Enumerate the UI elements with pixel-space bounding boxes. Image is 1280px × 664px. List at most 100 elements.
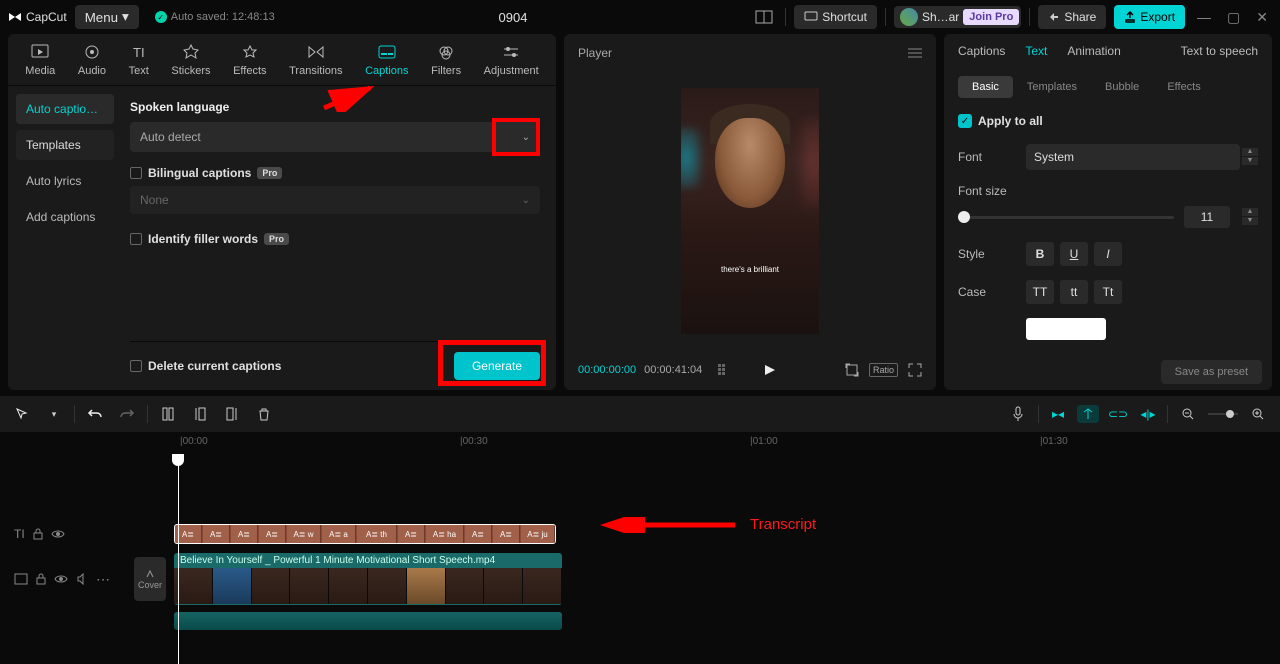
fontsize-slider[interactable] (958, 216, 1174, 219)
tab-stickers[interactable]: Stickers (171, 42, 210, 77)
trim-left-button[interactable] (188, 402, 212, 426)
export-button[interactable]: Export (1114, 5, 1185, 29)
join-pro-badge[interactable]: Join Pro (963, 9, 1019, 25)
player-viewport[interactable]: there's a brilliant (564, 72, 936, 350)
tab-text[interactable]: TIText (129, 42, 149, 77)
italic-button[interactable]: I (1094, 242, 1122, 266)
magnet-icon[interactable]: ▸◂ (1047, 405, 1069, 423)
sidebar-auto-captions[interactable]: Auto captio… (16, 94, 114, 124)
tab-filters[interactable]: Filters (431, 42, 461, 77)
trim-right-button[interactable] (220, 402, 244, 426)
play-button[interactable] (762, 363, 776, 377)
share-button[interactable]: Share (1038, 5, 1106, 29)
underline-button[interactable]: U (1060, 242, 1088, 266)
audio-clip[interactable] (174, 612, 562, 630)
caption-clip[interactable]: A≣ ju (521, 525, 555, 543)
video-clip[interactable]: Believe In Yourself _ Powerful 1 Minute … (174, 553, 562, 605)
caption-clip[interactable]: A≣ (175, 525, 202, 543)
list-icon[interactable] (718, 364, 734, 376)
case-upper-button[interactable]: TT (1026, 280, 1054, 304)
mic-icon[interactable] (1006, 402, 1030, 426)
bilingual-language-select: None ⌄ (130, 186, 540, 214)
caption-clip[interactable]: A≣ th (357, 525, 397, 543)
playhead[interactable] (178, 454, 179, 664)
eye-icon[interactable] (54, 574, 68, 584)
spoken-language-select[interactable]: Auto detect ⌄ (130, 122, 540, 152)
caption-clip[interactable]: A≣ w (287, 525, 321, 543)
fullscreen-icon[interactable] (908, 363, 922, 377)
tab-media[interactable]: Media (25, 42, 55, 77)
delete-captions-checkbox[interactable] (130, 360, 142, 372)
sidebar-add-captions[interactable]: Add captions (16, 202, 114, 232)
sidebar-templates[interactable]: Templates (16, 130, 114, 160)
subtab-effects[interactable]: Effects (1153, 76, 1214, 98)
caption-clip[interactable]: A≣ (259, 525, 286, 543)
project-name[interactable]: 0904 (283, 10, 744, 25)
fontsize-value[interactable]: 11 (1184, 206, 1230, 228)
case-lower-button[interactable]: tt (1060, 280, 1088, 304)
case-title-button[interactable]: Tt (1094, 280, 1122, 304)
caption-clip[interactable]: A≣ (493, 525, 520, 543)
tab-effects[interactable]: Effects (233, 42, 266, 77)
font-select[interactable]: System (1026, 144, 1240, 170)
shortcut-button[interactable]: Shortcut (794, 5, 877, 29)
scale-icon[interactable] (845, 363, 859, 377)
delete-button[interactable] (252, 402, 276, 426)
more-icon[interactable]: ⋯ (96, 571, 110, 588)
bilingual-checkbox[interactable] (130, 167, 142, 179)
right-tab-tts[interactable]: Text to speech (1181, 44, 1258, 66)
selection-tool[interactable] (10, 402, 34, 426)
close-button[interactable]: ✕ (1252, 5, 1272, 30)
caption-clip[interactable]: A≣ ha (426, 525, 464, 543)
bold-button[interactable]: B (1026, 242, 1054, 266)
zoom-in-button[interactable] (1246, 402, 1270, 426)
subtab-templates[interactable]: Templates (1013, 76, 1091, 98)
apply-all-checkbox[interactable]: ✓ (958, 114, 972, 128)
link-icon[interactable]: ⊂⊃ (1107, 405, 1129, 423)
generate-button[interactable]: Generate (454, 352, 540, 380)
caption-clip[interactable]: A≣ (398, 525, 425, 543)
zoom-slider[interactable] (1208, 402, 1238, 426)
fontsize-stepper[interactable]: ▲▼ (1242, 208, 1258, 226)
player-menu-icon[interactable] (908, 47, 922, 59)
timeline-ruler[interactable]: |00:00 |00:30 |01:00 |01:30 (0, 432, 1280, 454)
tab-transitions[interactable]: Transitions (289, 42, 342, 77)
layout-icon[interactable] (751, 6, 777, 28)
tab-adjustment[interactable]: Adjustment (484, 42, 539, 77)
filler-checkbox[interactable] (130, 233, 142, 245)
subtab-bubble[interactable]: Bubble (1091, 76, 1153, 98)
caption-clip[interactable]: A≣ (465, 525, 492, 543)
undo-button[interactable] (83, 402, 107, 426)
right-tab-animation[interactable]: Animation (1067, 44, 1120, 66)
preview-icon[interactable]: ◂|▸ (1137, 405, 1159, 423)
split-button[interactable] (156, 402, 180, 426)
timeline-tracks[interactable]: TI A≣ A≣ A≣ A≣ A≣ w A≣ a A≣ th A≣ A≣ ha … (0, 454, 1280, 664)
font-stepper[interactable]: ▲▼ (1242, 148, 1258, 166)
maximize-button[interactable]: ▢ (1223, 5, 1244, 30)
mute-icon[interactable] (76, 573, 88, 585)
snap-icon[interactable] (1077, 405, 1099, 423)
caption-clips[interactable]: A≣ A≣ A≣ A≣ A≣ w A≣ a A≣ th A≣ A≣ ha A≣ … (174, 524, 556, 544)
caption-clip[interactable]: A≣ a (322, 525, 356, 543)
lock-icon[interactable] (36, 573, 46, 585)
caption-clip[interactable]: A≣ (231, 525, 258, 543)
caption-clip[interactable]: A≣ (203, 525, 230, 543)
subtab-basic[interactable]: Basic (958, 76, 1013, 98)
cover-button[interactable]: Cover (134, 557, 166, 601)
ratio-button[interactable]: Ratio (869, 363, 898, 377)
color-swatch[interactable] (1026, 318, 1106, 340)
tab-captions[interactable]: Captions (365, 42, 408, 77)
user-account[interactable]: Sh…ar Join Pro (894, 6, 1021, 28)
selection-dropdown[interactable]: ▾ (42, 402, 66, 426)
minimize-button[interactable]: — (1193, 5, 1215, 30)
right-tab-captions[interactable]: Captions (958, 44, 1005, 66)
redo-button[interactable] (115, 402, 139, 426)
right-tab-text[interactable]: Text (1025, 44, 1047, 66)
zoom-out-button[interactable] (1176, 402, 1200, 426)
sidebar-auto-lyrics[interactable]: Auto lyrics (16, 166, 114, 196)
tab-audio[interactable]: Audio (78, 42, 106, 77)
eye-icon[interactable] (51, 529, 65, 539)
save-preset-button[interactable]: Save as preset (1161, 360, 1262, 384)
menu-button[interactable]: Menu ▾ (75, 5, 139, 29)
lock-icon[interactable] (33, 528, 43, 540)
